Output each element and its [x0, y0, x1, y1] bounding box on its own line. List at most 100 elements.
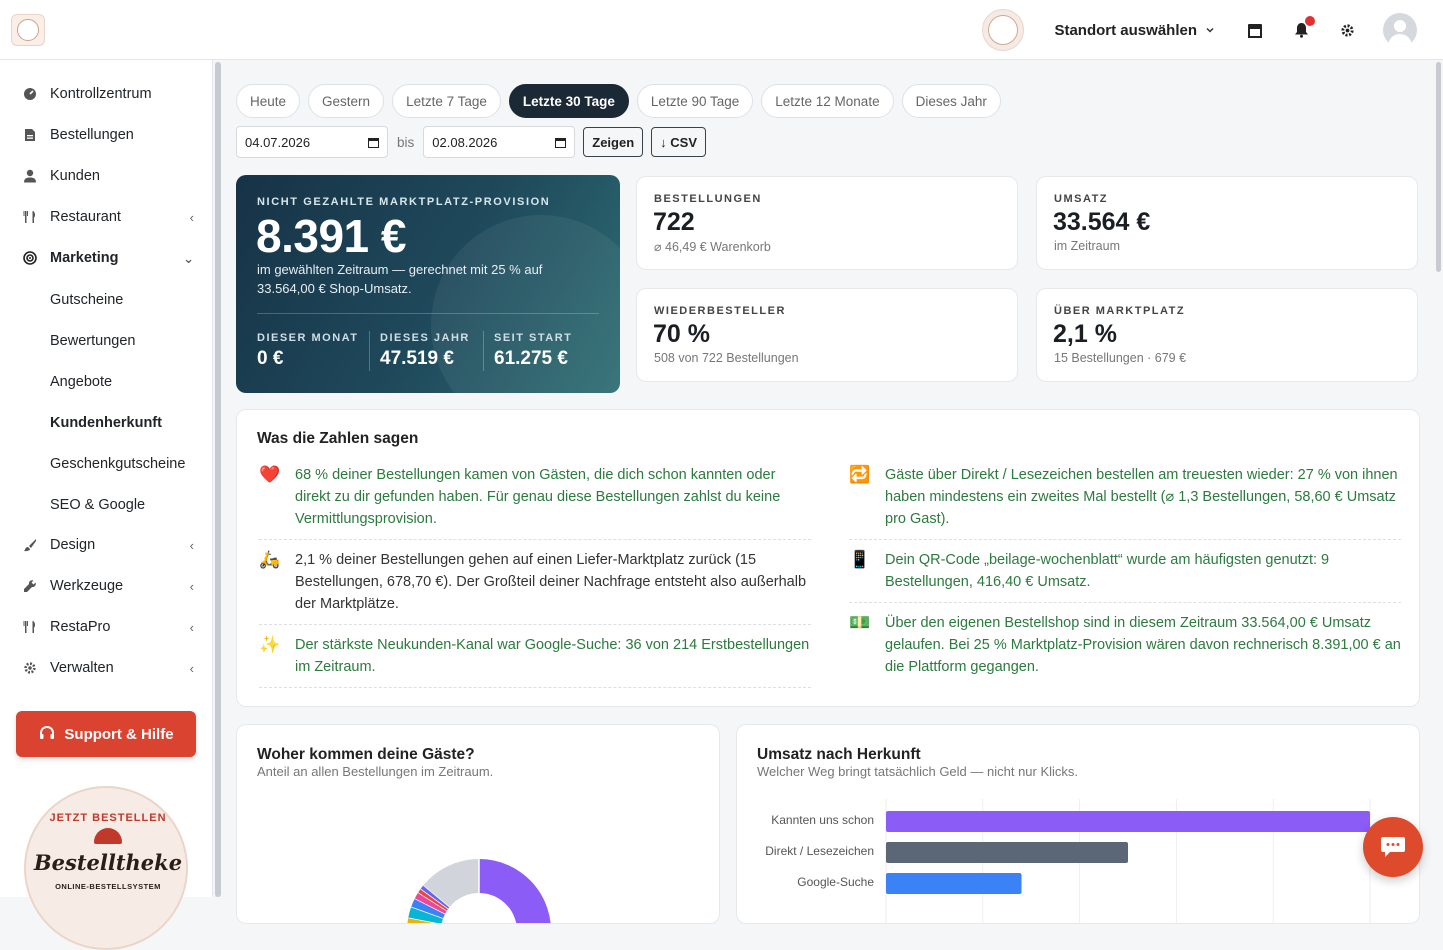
insight-text: Der stärkste Neukunden-Kanal war Google-…: [295, 637, 810, 675]
main-content: Heute Gestern Letzte 7 Tage Letzte 30 Tage L…: [222, 60, 1433, 924]
chevron-left-icon: ‹: [189, 210, 194, 225]
csv-export-button[interactable]: ↓ CSV: [651, 127, 707, 157]
date-from-value: 04.07.2026: [245, 134, 311, 150]
sidebar-sub-angebote[interactable]: Angebote: [50, 374, 112, 390]
brand-name: Bestelltheke: [33, 850, 183, 875]
brand-subtitle: ONLINE-BESTELLSYSTEM: [55, 882, 161, 891]
kpi-marketplace: ÜBER MARKTPLATZ 2,1 % 15 Bestellungen · …: [1036, 288, 1418, 382]
hero-stat-month: DIESER MONAT 0 €: [257, 332, 359, 370]
sidebar-sub-seo-google[interactable]: SEO & Google: [50, 497, 145, 513]
donut-slice[interactable]: [478, 859, 551, 924]
sidebar-item-label: Bestellungen: [50, 127, 134, 143]
scooter-icon: 🛵: [259, 550, 281, 569]
sidebar-item-kunden[interactable]: Kunden: [22, 168, 194, 184]
top-bar: Standort auswählen: [0, 0, 1443, 60]
hero-stat-value: 47.519 €: [380, 348, 454, 369]
money-icon: 💵: [849, 613, 871, 632]
revenue-bar[interactable]: [886, 842, 1128, 863]
sidebar-item-label: Verwalten: [50, 660, 114, 676]
date-to-input[interactable]: 02.08.2026: [423, 126, 576, 158]
sparkles-icon: ✨: [259, 635, 281, 654]
sidebar-item-label: Kontrollzentrum: [50, 86, 152, 102]
donut-slice[interactable]: [408, 906, 444, 923]
sidebar-sub-gutscheine[interactable]: Gutscheine: [50, 292, 123, 308]
notification-dot: [1305, 16, 1315, 26]
chevron-down-icon: ⌄: [183, 251, 194, 266]
brand-logo: JETZT BESTELLEN Bestelltheke ONLINE-BEST…: [24, 786, 188, 950]
sidebar-sub-geschenkgutscheine[interactable]: Geschenkgutscheine: [50, 456, 185, 472]
date-from-input[interactable]: 04.07.2026: [236, 126, 388, 158]
sidebar-item-verwalten[interactable]: Verwalten ‹: [22, 660, 194, 676]
hero-stat-label: SEIT START: [494, 332, 573, 344]
sidebar-item-label: RestaPro: [50, 619, 111, 635]
insight-item: 🔁 Gäste über Direkt / Lesezeichen bestel…: [849, 464, 1401, 540]
insight-text: Gäste über Direkt / Lesezeichen bestelle…: [885, 467, 1398, 527]
revenue-bar[interactable]: [886, 811, 1370, 832]
sidebar-item-design[interactable]: Design ‹: [22, 537, 194, 553]
wrench-icon: [22, 578, 38, 594]
kpi-value: 722: [653, 208, 695, 236]
sidebar-item-marketing[interactable]: Marketing ⌄: [22, 250, 194, 266]
date-range-pills: Heute Gestern Letzte 7 Tage Letzte 30 Tage L…: [236, 84, 1001, 118]
insight-item: 📱 Dein QR-Code „beilage-wochenblatt“ wur…: [849, 549, 1401, 603]
kpi-label: UMSATZ: [1054, 193, 1109, 205]
main-scrollbar[interactable]: [1436, 62, 1441, 272]
hero-stat-label: DIESES JAHR: [380, 332, 470, 344]
gauge-icon: [22, 86, 38, 102]
utensils-icon: [22, 209, 38, 225]
insight-item: ❤️ 68 % deiner Bestellungen kamen von Gä…: [259, 464, 811, 540]
calendar-icon: [368, 137, 379, 148]
range-pill[interactable]: Heute: [236, 84, 301, 118]
chevron-left-icon: ‹: [189, 661, 194, 676]
sidebar-item-restaurant[interactable]: Restaurant ‹: [22, 209, 194, 225]
sidebar-item-restapro[interactable]: RestaPro ‹: [22, 619, 194, 635]
support-button[interactable]: Support & Hilfe: [16, 711, 196, 757]
gear-icon[interactable]: [1337, 20, 1357, 40]
date-separator: bis: [397, 134, 415, 150]
sidebar-sub-bewertungen[interactable]: Bewertungen: [50, 333, 135, 349]
bell-icon[interactable]: [1291, 16, 1315, 40]
kpi-label: WIEDERBESTELLER: [654, 305, 786, 317]
brand-arc-text: JETZT BESTELLEN: [49, 812, 167, 824]
range-pill[interactable]: Dieses Jahr: [901, 84, 1001, 118]
donut-slice[interactable]: [411, 898, 446, 919]
support-label: Support & Hilfe: [64, 725, 174, 743]
insight-item: 🛵 2,1 % deiner Bestellungen gehen auf ei…: [259, 549, 811, 625]
sidebar-item-label: Restaurant: [50, 209, 121, 225]
kpi-orders: BESTELLUNGEN 722 ⌀ 46,49 € Warenkorb: [636, 176, 1018, 270]
sidebar-sub-kundenherkunft[interactable]: Kundenherkunft: [50, 415, 162, 431]
revenue-bar[interactable]: [886, 873, 1022, 894]
range-pill[interactable]: Letzte 90 Tage: [636, 84, 754, 118]
sidebar-item-label: Kunden: [50, 168, 100, 184]
guests-donut-chart: [407, 859, 551, 924]
kpi-value: 70 %: [653, 320, 710, 348]
donut-slice[interactable]: [414, 892, 448, 914]
insight-text: 2,1 % deiner Bestellungen gehen auf eine…: [295, 552, 807, 612]
kpi-repeat-customers: WIEDERBESTELLER 70 % 508 von 722 Bestell…: [636, 288, 1018, 382]
range-pill[interactable]: Letzte 12 Monate: [761, 84, 894, 118]
range-pill[interactable]: Letzte 30 Tage: [508, 84, 629, 118]
app-logo[interactable]: [11, 14, 45, 46]
sidebar-item-werkzeuge[interactable]: Werkzeuge ‹: [22, 578, 194, 594]
range-pill[interactable]: Letzte 7 Tage: [392, 84, 501, 118]
location-logo[interactable]: [982, 9, 1025, 51]
kpi-label: ÜBER MARKTPLATZ: [1054, 305, 1186, 317]
store-icon[interactable]: [1245, 20, 1265, 40]
bar-category-label: Kannten uns schon: [771, 813, 874, 827]
sidebar-item-kontrollzentrum[interactable]: Kontrollzentrum: [22, 86, 194, 102]
chat-bubble-icon: [1381, 837, 1405, 857]
sidebar-scrollbar[interactable]: [215, 62, 221, 897]
donut-slice[interactable]: [423, 859, 480, 908]
sidebar-item-bestellungen[interactable]: Bestellungen: [22, 127, 194, 143]
sidebar-item-label: Werkzeuge: [50, 578, 124, 594]
file-icon: [22, 127, 38, 143]
hero-stat-year: DIESES JAHR 47.519 €: [380, 332, 470, 370]
show-button[interactable]: Zeigen: [583, 127, 644, 157]
user-avatar[interactable]: [1383, 13, 1417, 47]
location-select[interactable]: Standort auswählen: [1054, 22, 1215, 39]
commission-hero-card: NICHT GEZAHLTE MARKTPLATZ-PROVISION 8.39…: [236, 175, 620, 393]
revenue-bar-chart: Kannten uns schon Direkt / Lesezeichen Goo…: [765, 799, 1371, 923]
brush-icon: [22, 537, 38, 553]
range-pill[interactable]: Gestern: [308, 84, 385, 118]
chat-button[interactable]: [1363, 817, 1423, 877]
